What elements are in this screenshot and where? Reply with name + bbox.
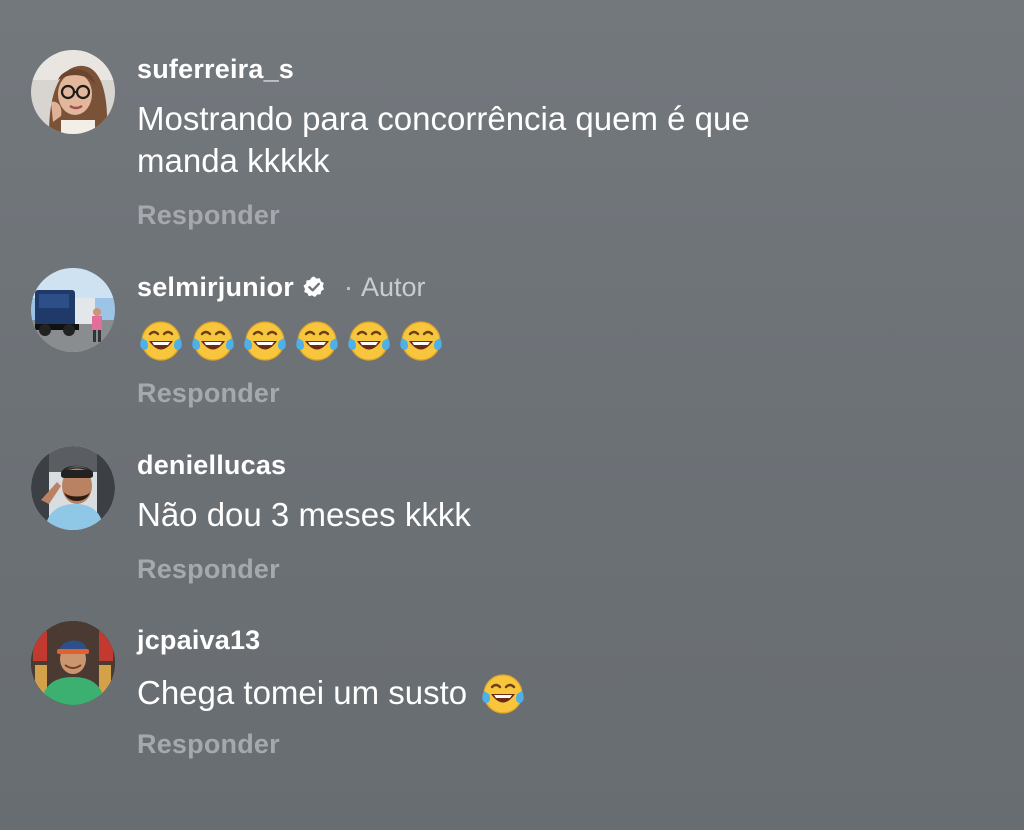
avatar-image [31, 621, 115, 705]
comment-text: Chega tomei um susto [137, 674, 468, 711]
username-row: selmirjunior · Autor [137, 271, 426, 303]
comment-text: Mostrando para concorrência quem é que m… [137, 100, 750, 179]
comment-text-row: Chega tomei um susto [137, 669, 957, 717]
laugh-cry-emoji-icon [397, 316, 445, 364]
username[interactable]: deniellucas [137, 450, 286, 481]
username[interactable]: suferreira_s [137, 54, 294, 85]
reply-button[interactable]: Responder [137, 378, 280, 409]
comments-panel: suferreira_s Mostrando para concorrência… [0, 0, 1024, 830]
username[interactable]: jcpaiva13 [137, 625, 260, 656]
laugh-cry-emoji-icon [479, 669, 527, 717]
laugh-cry-emoji-icon [189, 316, 237, 364]
laugh-cry-emoji-icon [293, 316, 341, 364]
avatar-image [31, 268, 115, 352]
username-row: deniellucas [137, 449, 286, 481]
username-row: suferreira_s [137, 53, 294, 85]
reply-button[interactable]: Responder [137, 200, 280, 231]
laugh-cry-emoji-icon [137, 316, 185, 364]
avatar[interactable] [31, 268, 115, 352]
author-tag: Autor [360, 271, 426, 302]
laugh-cry-emoji-icon [241, 316, 289, 364]
username-row: jcpaiva13 [137, 624, 260, 656]
reply-button[interactable]: Responder [137, 554, 280, 585]
comment-text: Não dou 3 meses kkkk [137, 496, 471, 533]
reply-button[interactable]: Responder [137, 729, 280, 760]
author-separator: · [343, 271, 353, 302]
avatar-image [31, 50, 115, 134]
laugh-cry-emoji-icon [345, 316, 393, 364]
comment-emoji-row [137, 316, 957, 364]
username[interactable]: selmirjunior [137, 272, 294, 303]
avatar[interactable] [31, 50, 115, 134]
avatar[interactable] [31, 621, 115, 705]
verified-badge-icon [302, 275, 326, 299]
avatar[interactable] [31, 446, 115, 530]
avatar-image [31, 446, 115, 530]
